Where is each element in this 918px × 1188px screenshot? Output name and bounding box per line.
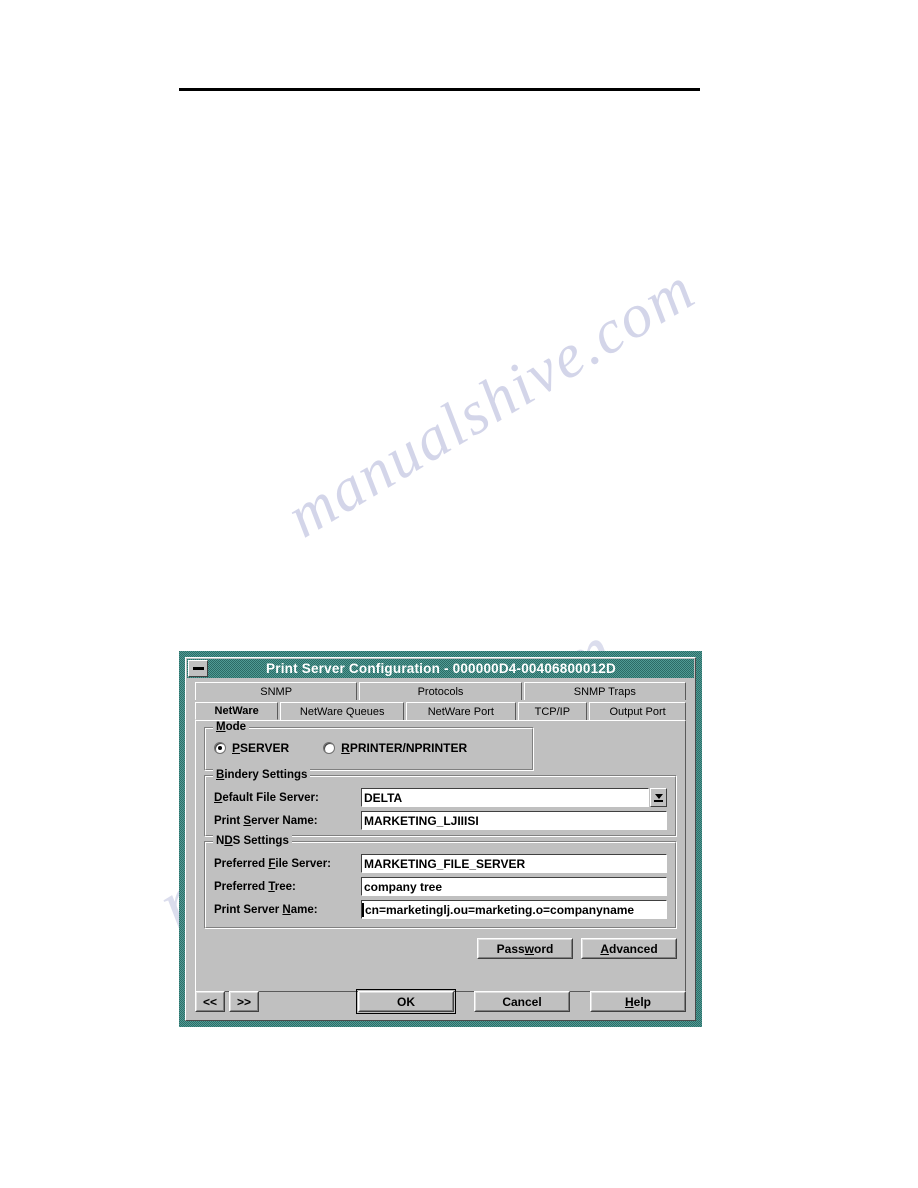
preferred-file-server-input[interactable]: MARKETING_FILE_SERVER (361, 854, 667, 873)
tab-netware[interactable]: NetWare (195, 702, 279, 720)
nds-print-server-name-label: Print Server Name: (214, 903, 318, 916)
page-horizontal-rule (179, 88, 700, 91)
nds-print-server-name-input[interactable]: cn=marketinglj.ou=marketing.o=companynam… (361, 900, 667, 919)
password-button[interactable]: Password (477, 938, 573, 959)
main-buttons: OK Cancel Help (356, 989, 686, 1014)
preferred-file-server-label: Preferred File Server: (214, 857, 331, 870)
bindery-settings-group-title: Bindery Settings (213, 769, 311, 781)
nds-settings-group: NDS Settings Preferred File Server: MARK… (204, 835, 677, 929)
radio-rprinter-nprinter-indicator (323, 742, 336, 754)
tab-tcpip-label: TCP/IP (534, 705, 571, 718)
nds-group-title-rest: S Settings (232, 835, 289, 847)
default-file-server-label: Default File Server: (214, 791, 319, 804)
dropdown-underline-icon (654, 799, 663, 802)
nds-print-server-name-value: cn=marketinglj.ou=marketing.o=companynam… (365, 902, 635, 917)
tab-row-bottom: NetWare NetWare Queues NetWare Port TCP/… (187, 700, 694, 720)
default-file-server-input[interactable]: DELTA (361, 788, 649, 807)
tab-output-port[interactable]: Output Port (589, 702, 686, 720)
default-file-server-row: Default File Server: DELTA (214, 786, 667, 809)
advanced-button-label: Advanced (600, 941, 658, 956)
tab-snmp[interactable]: SNMP (195, 682, 358, 700)
preferred-file-server-row: Preferred File Server: MARKETING_FILE_SE… (214, 852, 667, 875)
chevron-down-icon (654, 793, 663, 799)
radio-pserver-label: PSERVER (232, 741, 290, 755)
system-menu-button[interactable] (188, 660, 208, 677)
tab-netware-port-label: NetWare Port (427, 705, 494, 718)
nds-settings-group-body: Preferred File Server: MARKETING_FILE_SE… (205, 842, 676, 928)
radio-rprinter-nprinter-label: RPRINTER/NPRINTER (341, 741, 468, 755)
mode-radio-row: PSERVER RPRINTER/NPRINTER (214, 738, 524, 755)
dialog-button-bar: << >> OK Cancel Help (195, 989, 686, 1014)
tab-row-top: SNMP Protocols SNMP Traps (187, 678, 694, 700)
preferred-tree-input[interactable]: company tree (361, 877, 667, 896)
ok-button[interactable]: OK (356, 989, 456, 1014)
default-file-server-dropdown-button[interactable] (650, 788, 667, 807)
password-button-label: Password (496, 941, 554, 956)
mode-group: Mode PSERVER RPRINTER/NPRINTER (204, 721, 534, 771)
cancel-button[interactable]: Cancel (474, 991, 570, 1012)
mode-group-title-rest: ode (225, 721, 247, 733)
help-button[interactable]: Help (590, 991, 686, 1012)
preferred-tree-label: Preferred Tree: (214, 880, 296, 893)
tab-netware-queues-label: NetWare Queues (299, 705, 385, 718)
bindery-settings-group: Bindery Settings Default File Server: DE… (204, 769, 677, 837)
advanced-button[interactable]: Advanced (581, 938, 677, 959)
mode-group-title: Mode (213, 721, 250, 733)
preferred-tree-row: Preferred Tree: company tree (214, 875, 667, 898)
tab-netware-port[interactable]: NetWare Port (406, 702, 516, 720)
print-server-configuration-window: Print Server Configuration - 000000D4-00… (179, 651, 702, 1027)
radio-rprinter-nprinter[interactable]: RPRINTER/NPRINTER (323, 741, 467, 755)
radio-pserver[interactable]: PSERVER (214, 741, 289, 755)
minimize-bar-icon (192, 667, 204, 670)
mode-group-body: PSERVER RPRINTER/NPRINTER (205, 728, 533, 770)
help-button-label: Help (624, 994, 651, 1009)
dialog-client-area: SNMP Protocols SNMP Traps NetWare NetWar… (187, 678, 694, 1019)
tab-netware-queues[interactable]: NetWare Queues (280, 702, 405, 720)
bindery-print-server-name-label: Print Server Name: (214, 814, 318, 827)
window-title: Print Server Configuration - 000000D4-00… (266, 661, 616, 676)
tab-output-port-label: Output Port (609, 705, 666, 718)
radio-pserver-indicator (214, 742, 226, 754)
bindery-group-title-rest: indery Settings (224, 769, 308, 781)
title-bar[interactable]: Print Server Configuration - 000000D4-00… (187, 659, 694, 678)
tab-protocols-label: Protocols (417, 685, 464, 698)
tab-protocols[interactable]: Protocols (359, 682, 522, 700)
bindery-print-server-name-row: Print Server Name: MARKETING_LJIIISI (214, 809, 667, 832)
tab-tcpip[interactable]: TCP/IP (517, 702, 588, 720)
bindery-settings-group-body: Default File Server: DELTA Print Server … (205, 776, 676, 836)
next-page-button[interactable]: >> (229, 991, 259, 1012)
netware-tab-page: Mode PSERVER RPRINTER/NPRINTER Bindery S… (195, 720, 686, 992)
window-inner-frame: Print Server Configuration - 000000D4-00… (185, 657, 696, 1021)
tab-snmp-traps[interactable]: SNMP Traps (523, 682, 686, 700)
tab-snmp-label: SNMP (260, 685, 293, 698)
nds-print-server-name-row: Print Server Name: cn=marketinglj.ou=mar… (214, 898, 667, 921)
auxiliary-button-row: Password Advanced (204, 933, 677, 959)
previous-page-button[interactable]: << (195, 991, 225, 1012)
bindery-print-server-name-input[interactable]: MARKETING_LJIIISI (361, 811, 667, 830)
tab-netware-label: NetWare (214, 705, 259, 717)
navigation-buttons: << >> (195, 991, 259, 1012)
tab-snmp-traps-label: SNMP Traps (573, 685, 636, 698)
text-caret (362, 902, 364, 917)
nds-settings-group-title: NDS Settings (213, 835, 292, 847)
